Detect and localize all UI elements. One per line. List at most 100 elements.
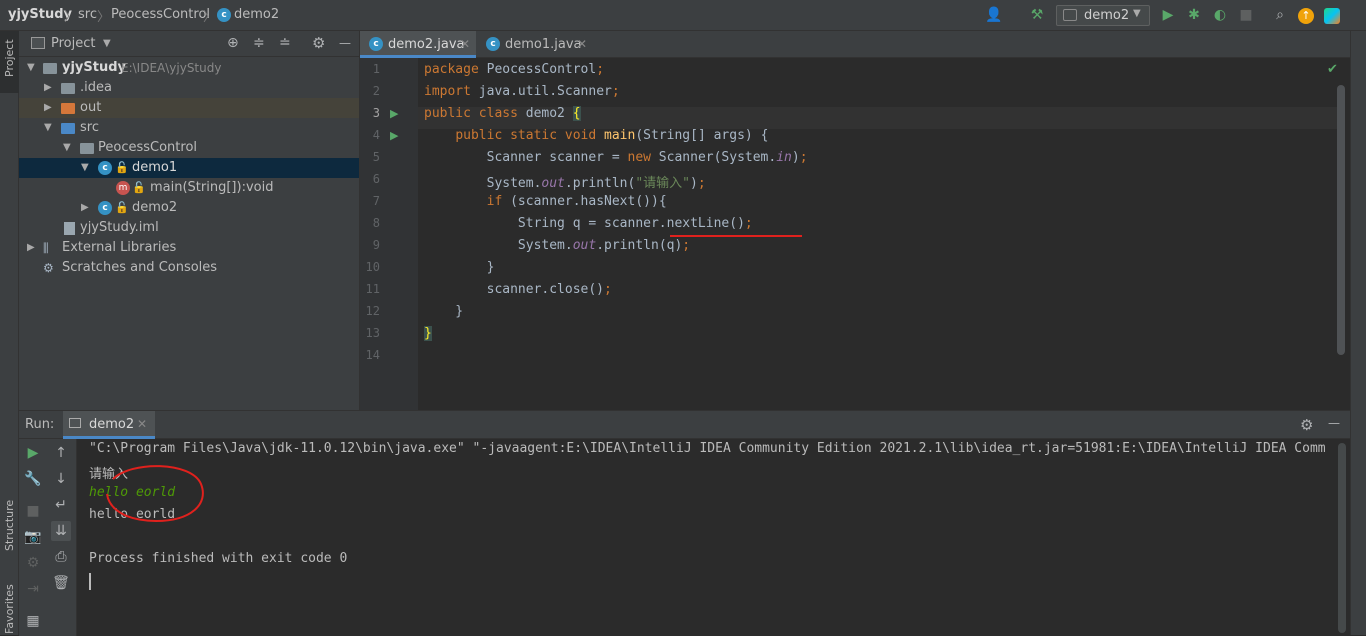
line-number: 4 bbox=[372, 128, 380, 142]
run-gutter-icon[interactable]: ▶ bbox=[390, 129, 398, 142]
left-tool-strip: Project Structure Favorites bbox=[0, 31, 19, 635]
code-line: String q = scanner.nextLine(); bbox=[424, 216, 753, 231]
expand-all-icon[interactable]: ≑ bbox=[253, 35, 265, 51]
class-icon: c bbox=[369, 37, 383, 51]
folder-icon bbox=[61, 103, 75, 114]
tab-label: demo1.java bbox=[505, 37, 582, 52]
debug-icon[interactable]: ✱ bbox=[1186, 7, 1202, 23]
breadcrumb-src[interactable]: src bbox=[78, 7, 97, 22]
line-number: 12 bbox=[365, 304, 380, 318]
favorites-tool-label[interactable]: Favorites bbox=[3, 584, 16, 634]
tree-item-idea[interactable]: ▶ .idea bbox=[19, 78, 359, 98]
update-icon[interactable]: ↑ bbox=[1298, 8, 1314, 24]
code-line: public class demo2 { bbox=[424, 106, 581, 121]
tree-item-package[interactable]: ▼ PeocessControl bbox=[19, 138, 359, 158]
tree-item-scratches[interactable]: ⚙ Scratches and Consoles bbox=[19, 258, 359, 278]
locate-icon[interactable]: ⊕ bbox=[227, 35, 239, 51]
exit-icon[interactable]: ⇥ bbox=[23, 579, 43, 599]
run-config-select[interactable]: demo2 ▼ bbox=[1056, 5, 1150, 26]
hide-panel-icon[interactable]: — bbox=[339, 36, 351, 50]
tree-item-src[interactable]: ▼ src bbox=[19, 118, 359, 138]
tree-item-module[interactable]: ▼ yjyStudy E:\IDEA\yjyStudy bbox=[19, 58, 359, 78]
coverage-icon[interactable]: ◐ bbox=[1212, 7, 1228, 23]
code-line: } bbox=[424, 326, 432, 341]
chevron-down-icon[interactable]: ▼ bbox=[103, 38, 111, 49]
tree-item-iml[interactable]: yjyStudy.iml bbox=[19, 218, 359, 238]
project-panel-header: Project ▼ ⊕ ≑ ≐ ⚙ — bbox=[19, 31, 359, 57]
breadcrumb-file[interactable]: demo2 bbox=[234, 7, 279, 22]
method-icon: m bbox=[116, 181, 130, 195]
hide-panel-icon[interactable]: — bbox=[1328, 416, 1340, 430]
tree-item-label: PeocessControl bbox=[98, 140, 198, 155]
close-icon[interactable]: ✕ bbox=[137, 417, 147, 431]
close-icon[interactable]: ✕ bbox=[577, 31, 587, 58]
module-path: E:\IDEA\yjyStudy bbox=[121, 61, 222, 75]
tree-item-demo2[interactable]: ▶ c 🔓 demo2 bbox=[19, 198, 359, 218]
file-icon bbox=[64, 222, 75, 235]
line-number: 5 bbox=[372, 150, 380, 164]
tab-demo1[interactable]: c demo1.java ✕ bbox=[478, 31, 594, 58]
collapse-all-icon[interactable]: ≐ bbox=[279, 35, 291, 51]
search-icon[interactable]: ⌕ bbox=[1272, 7, 1288, 23]
project-tool-label: Project bbox=[3, 39, 16, 77]
checkmark-icon: ✔ bbox=[1327, 62, 1338, 77]
chevron-right-icon: ▶ bbox=[44, 82, 52, 93]
arrow-up-icon[interactable]: ↑ bbox=[51, 443, 71, 463]
print-icon[interactable]: ⎙ bbox=[51, 547, 71, 567]
tree-item-external-libraries[interactable]: ▶ ⫼ External Libraries bbox=[19, 238, 359, 258]
navigation-bar: yjyStudy 〉 src 〉 PeocessControl 〉 c demo… bbox=[0, 0, 1366, 31]
class-icon: c bbox=[486, 37, 500, 51]
tree-item-demo1[interactable]: ▼ c 🔓 demo1 bbox=[19, 158, 359, 178]
stop-icon[interactable]: ■ bbox=[1238, 7, 1254, 23]
gear-icon[interactable]: ⚙ bbox=[312, 34, 325, 52]
ide-logo-icon[interactable] bbox=[1324, 8, 1340, 24]
gear-icon[interactable]: ⚙ bbox=[1300, 416, 1313, 434]
arrow-down-icon[interactable]: ↓ bbox=[51, 469, 71, 489]
breadcrumb-package[interactable]: PeocessControl bbox=[111, 7, 210, 22]
tab-run-demo2[interactable]: demo2 ✕ bbox=[63, 411, 155, 439]
settings-icon[interactable]: ⚙ bbox=[23, 553, 43, 573]
trash-icon[interactable]: 🗑 bbox=[51, 573, 71, 593]
soft-wrap-icon[interactable]: ↵ bbox=[51, 495, 71, 515]
project-tool-button[interactable]: Project bbox=[0, 31, 19, 93]
line-number-gutter: 1 2 3 4 5 6 7 8 9 10 11 12 13 14 ▶ ▶ bbox=[360, 58, 418, 410]
line-number: 1 bbox=[372, 62, 380, 76]
stop-icon[interactable]: ■ bbox=[23, 501, 43, 521]
console-scrollbar[interactable] bbox=[1338, 443, 1346, 633]
build-hammer-icon[interactable]: ⚒ bbox=[1029, 7, 1045, 23]
tab-label: demo2.java bbox=[388, 37, 465, 52]
run-icon[interactable]: ▶ bbox=[1160, 7, 1176, 23]
line-number: 6 bbox=[372, 172, 380, 186]
close-icon[interactable]: ✕ bbox=[460, 31, 470, 58]
rerun-icon[interactable]: ▶ bbox=[23, 443, 43, 463]
breadcrumb-project[interactable]: yjyStudy bbox=[8, 7, 72, 22]
chevron-down-icon: ▼ bbox=[63, 142, 71, 153]
tree-item-label: demo1 bbox=[132, 160, 178, 175]
scroll-to-end-icon[interactable]: ⇊ bbox=[51, 521, 71, 541]
code-editor[interactable]: c demo2.java ✕ c demo1.java ✕ 1 2 3 4 5 … bbox=[360, 31, 1350, 410]
run-gutter-icon[interactable]: ▶ bbox=[390, 107, 398, 120]
editor-scrollbar[interactable] bbox=[1337, 85, 1345, 355]
project-view-icon bbox=[31, 37, 45, 49]
user-icon[interactable]: 👤 bbox=[985, 7, 1002, 23]
text-cursor bbox=[89, 573, 91, 590]
chevron-down-icon: ▼ bbox=[81, 162, 89, 173]
wrench-icon[interactable]: 🔧 bbox=[23, 469, 43, 489]
chevron-right-icon: 〉 bbox=[97, 10, 111, 25]
structure-tool-label[interactable]: Structure bbox=[3, 500, 16, 551]
line-number: 3 bbox=[372, 106, 380, 120]
console-icon bbox=[69, 418, 81, 428]
project-panel-title[interactable]: Project bbox=[51, 36, 95, 51]
class-icon: c bbox=[98, 201, 112, 215]
camera-icon[interactable]: 📷 bbox=[23, 527, 43, 547]
console-line: "C:\Program Files\Java\jdk-11.0.12\bin\j… bbox=[89, 441, 1326, 456]
chevron-down-icon: ▼ bbox=[44, 122, 52, 133]
tree-item-label: demo2 bbox=[132, 200, 178, 215]
package-icon bbox=[80, 143, 94, 154]
tree-item-out[interactable]: ▶ out bbox=[19, 98, 359, 118]
tree-item-label: .idea bbox=[80, 80, 112, 95]
config-icon bbox=[1063, 9, 1077, 21]
layout-icon[interactable]: ▦ bbox=[23, 611, 43, 631]
tab-demo2[interactable]: c demo2.java ✕ bbox=[360, 31, 476, 58]
tree-item-method[interactable]: m 🔓 main(String[]):void bbox=[19, 178, 359, 198]
